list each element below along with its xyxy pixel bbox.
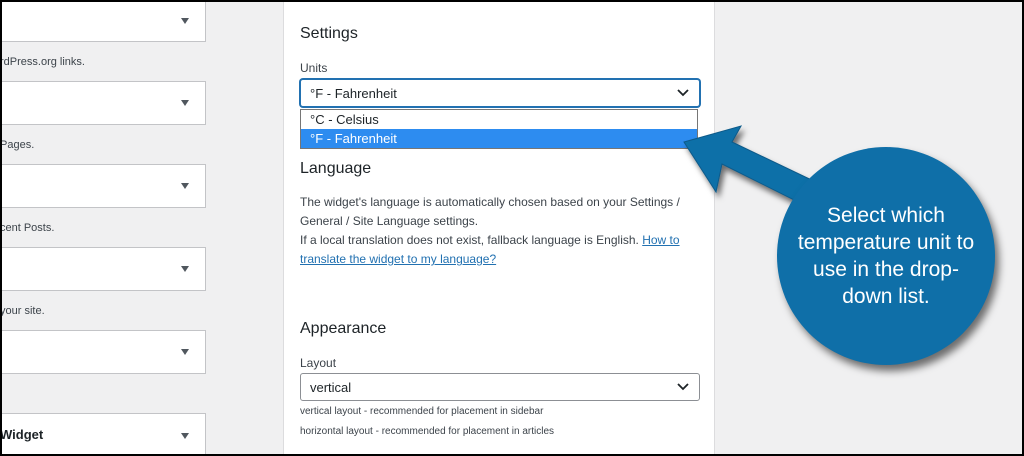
units-select[interactable]: °F - Fahrenheit xyxy=(300,79,700,107)
widget-item[interactable] xyxy=(0,164,206,208)
widget-description: cent Posts. xyxy=(0,222,55,234)
widget-item[interactable]: Widget xyxy=(0,413,206,456)
caret-down-icon[interactable] xyxy=(181,349,189,355)
widget-item[interactable] xyxy=(0,247,206,291)
layout-hint-horizontal: horizontal layout - recommended for plac… xyxy=(300,426,555,437)
widget-title: Widget xyxy=(0,427,44,442)
language-text-2: If a local translation does not exist, f… xyxy=(300,233,639,247)
layout-select[interactable]: vertical xyxy=(300,373,700,401)
appearance-heading: Appearance xyxy=(300,320,387,337)
widget-description: your site. xyxy=(0,305,45,317)
chevron-down-icon xyxy=(677,383,689,391)
available-widgets-list: rdPress.org links. Pages. cent Posts. yo… xyxy=(0,0,260,456)
layout-label: Layout xyxy=(300,356,337,370)
widget-item[interactable] xyxy=(0,0,206,42)
caret-down-icon[interactable] xyxy=(181,266,189,272)
widget-description: Pages. xyxy=(0,139,35,151)
widget-description: rdPress.org links. xyxy=(0,56,85,68)
settings-heading: Settings xyxy=(300,25,358,42)
units-selected-value: °F - Fahrenheit xyxy=(310,86,397,101)
chevron-down-icon xyxy=(677,89,689,97)
layout-selected-value: vertical xyxy=(310,380,352,395)
caret-down-icon[interactable] xyxy=(181,432,189,439)
units-dropdown-list: °C - Celsius °F - Fahrenheit xyxy=(300,109,698,149)
widget-item[interactable] xyxy=(0,330,206,374)
unit-option-celsius[interactable]: °C - Celsius xyxy=(301,110,697,129)
language-text-1: The widget's language is automatically c… xyxy=(300,195,680,228)
layout-hint-vertical: vertical layout - recommended for placem… xyxy=(300,406,544,417)
widget-settings-panel: Settings Units °F - Fahrenheit °C - Cels… xyxy=(283,0,715,456)
callout-bubble: Select which temperature unit to use in … xyxy=(777,147,995,365)
unit-option-fahrenheit[interactable]: °F - Fahrenheit xyxy=(301,129,697,148)
caret-down-icon[interactable] xyxy=(181,183,189,189)
language-description: The widget's language is automatically c… xyxy=(300,193,704,269)
units-label: Units xyxy=(300,61,328,75)
language-heading: Language xyxy=(300,160,372,177)
callout-text: Select which temperature unit to use in … xyxy=(797,204,975,308)
caret-down-icon[interactable] xyxy=(181,100,189,106)
widget-item[interactable] xyxy=(0,81,206,125)
caret-down-icon[interactable] xyxy=(181,17,189,24)
